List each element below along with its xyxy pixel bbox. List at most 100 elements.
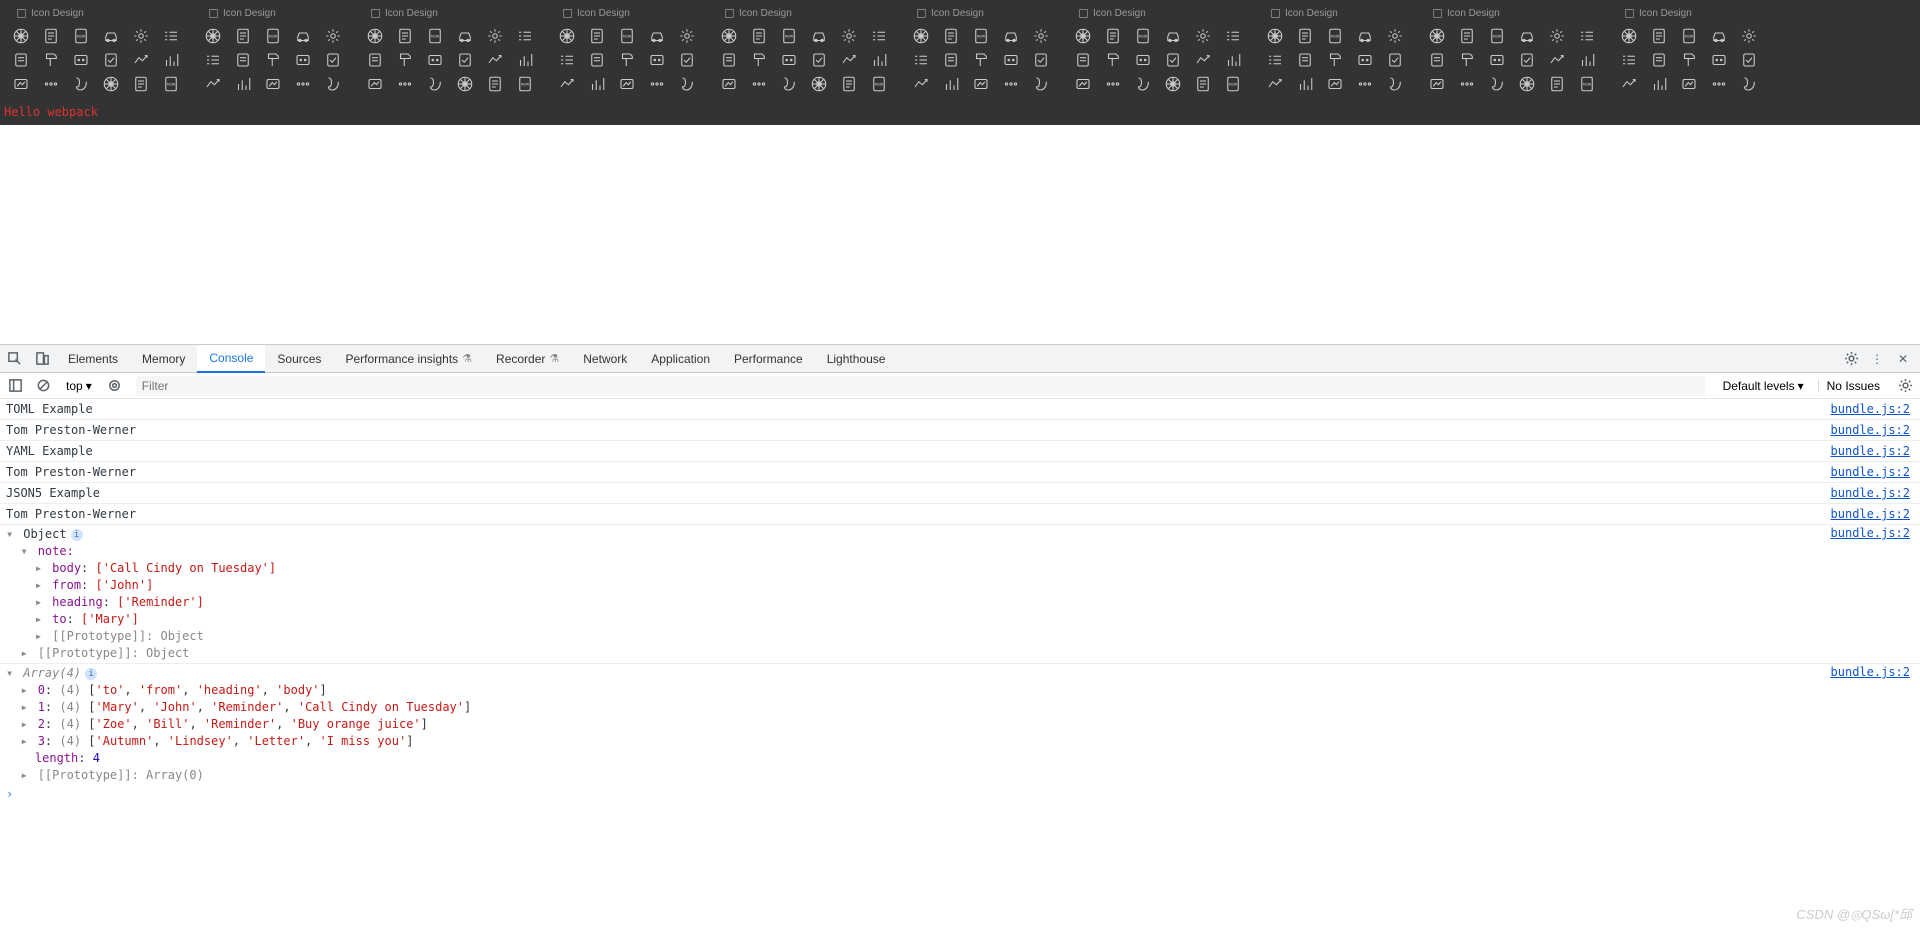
design-icon[interactable] (778, 49, 800, 71)
design-icon[interactable]: new (778, 25, 800, 47)
design-icon[interactable]: new (970, 25, 992, 47)
devtools-settings-icon[interactable] (1838, 346, 1864, 372)
expand-toggle[interactable]: ▸ (20, 699, 30, 716)
design-icon[interactable] (1294, 49, 1316, 71)
design-icon[interactable] (1072, 73, 1094, 95)
design-icon[interactable] (202, 25, 224, 47)
design-icon[interactable] (646, 49, 668, 71)
devtools-more-icon[interactable]: ⋮ (1864, 346, 1890, 372)
design-icon[interactable] (1072, 25, 1094, 47)
design-icon[interactable] (1192, 25, 1214, 47)
console-context-select[interactable]: top ▾ (60, 377, 98, 395)
design-icon[interactable] (586, 49, 608, 71)
design-icon[interactable] (1708, 25, 1730, 47)
design-icon[interactable] (1000, 73, 1022, 95)
design-icon[interactable] (484, 73, 506, 95)
design-icon[interactable]: new (1678, 25, 1700, 47)
design-icon[interactable] (838, 73, 860, 95)
design-icon[interactable] (100, 49, 122, 71)
design-icon[interactable] (484, 25, 506, 47)
design-icon[interactable] (1384, 25, 1406, 47)
design-icon[interactable] (1618, 49, 1640, 71)
devtools-tab-lighthouse[interactable]: Lighthouse (815, 345, 898, 373)
design-icon[interactable] (910, 49, 932, 71)
design-icon[interactable] (1132, 49, 1154, 71)
design-icon[interactable] (1354, 49, 1376, 71)
design-icon[interactable] (1618, 25, 1640, 47)
devtools-tab-sources[interactable]: Sources (265, 345, 333, 373)
design-icon[interactable] (1192, 73, 1214, 95)
design-icon[interactable] (1738, 49, 1760, 71)
design-icon[interactable] (1222, 25, 1244, 47)
design-icon[interactable] (514, 49, 536, 71)
design-icon[interactable] (1678, 73, 1700, 95)
design-icon[interactable] (160, 49, 182, 71)
issues-indicator[interactable]: No Issues (1818, 379, 1888, 393)
design-icon[interactable] (970, 49, 992, 71)
design-icon[interactable] (1456, 25, 1478, 47)
design-icon[interactable] (292, 49, 314, 71)
design-icon[interactable] (394, 73, 416, 95)
live-expression-icon[interactable] (104, 375, 126, 397)
design-icon[interactable] (202, 49, 224, 71)
info-icon[interactable]: i (71, 529, 83, 541)
expand-toggle[interactable]: ▸ (35, 577, 45, 594)
design-icon[interactable] (1486, 49, 1508, 71)
design-icon[interactable] (1618, 73, 1640, 95)
source-link[interactable]: bundle.js:2 (1831, 484, 1914, 502)
design-icon[interactable] (1102, 73, 1124, 95)
source-link[interactable]: bundle.js:2 (1831, 463, 1914, 481)
design-icon[interactable] (322, 49, 344, 71)
design-icon[interactable] (556, 49, 578, 71)
design-icon[interactable] (1456, 49, 1478, 71)
design-icon[interactable] (1516, 49, 1538, 71)
expand-toggle[interactable]: ▾ (6, 665, 16, 682)
design-icon[interactable] (1132, 73, 1154, 95)
design-icon[interactable] (1102, 25, 1124, 47)
design-icon[interactable] (1162, 25, 1184, 47)
design-icon[interactable] (1162, 49, 1184, 71)
design-icon[interactable]: new (616, 25, 638, 47)
design-icon[interactable] (130, 49, 152, 71)
expand-toggle[interactable]: ▸ (20, 645, 30, 662)
console-filter-input[interactable] (136, 376, 1705, 396)
design-icon[interactable] (262, 49, 284, 71)
design-icon[interactable] (718, 49, 740, 71)
design-icon[interactable] (292, 73, 314, 95)
devtools-tab-performance[interactable]: Performance (722, 345, 815, 373)
design-icon[interactable] (100, 73, 122, 95)
design-icon[interactable] (1426, 49, 1448, 71)
design-icon[interactable] (1576, 49, 1598, 71)
design-icon[interactable] (100, 25, 122, 47)
design-icon[interactable] (646, 25, 668, 47)
design-icon[interactable] (556, 25, 578, 47)
design-icon[interactable] (40, 25, 62, 47)
design-icon[interactable] (1264, 73, 1286, 95)
design-icon[interactable] (1324, 73, 1346, 95)
design-icon[interactable] (322, 25, 344, 47)
design-icon[interactable] (1222, 49, 1244, 71)
design-icon[interactable] (1546, 73, 1568, 95)
design-icon[interactable] (1426, 73, 1448, 95)
design-icon[interactable] (364, 73, 386, 95)
design-icon[interactable] (1516, 25, 1538, 47)
design-icon[interactable] (130, 25, 152, 47)
design-icon[interactable] (616, 73, 638, 95)
design-icon[interactable] (364, 25, 386, 47)
design-icon[interactable] (1456, 73, 1478, 95)
design-icon[interactable] (1030, 49, 1052, 71)
design-icon[interactable] (1546, 25, 1568, 47)
design-icon[interactable] (748, 25, 770, 47)
design-icon[interactable] (1486, 73, 1508, 95)
design-icon[interactable] (1030, 73, 1052, 95)
design-icon[interactable] (322, 73, 344, 95)
design-icon[interactable] (910, 73, 932, 95)
design-icon[interactable] (586, 73, 608, 95)
design-icon[interactable] (160, 25, 182, 47)
design-icon[interactable] (838, 25, 860, 47)
design-icon[interactable] (1294, 25, 1316, 47)
design-icon[interactable] (424, 73, 446, 95)
expand-toggle[interactable]: ▸ (35, 594, 45, 611)
design-icon[interactable] (1546, 49, 1568, 71)
design-icon[interactable] (364, 49, 386, 71)
